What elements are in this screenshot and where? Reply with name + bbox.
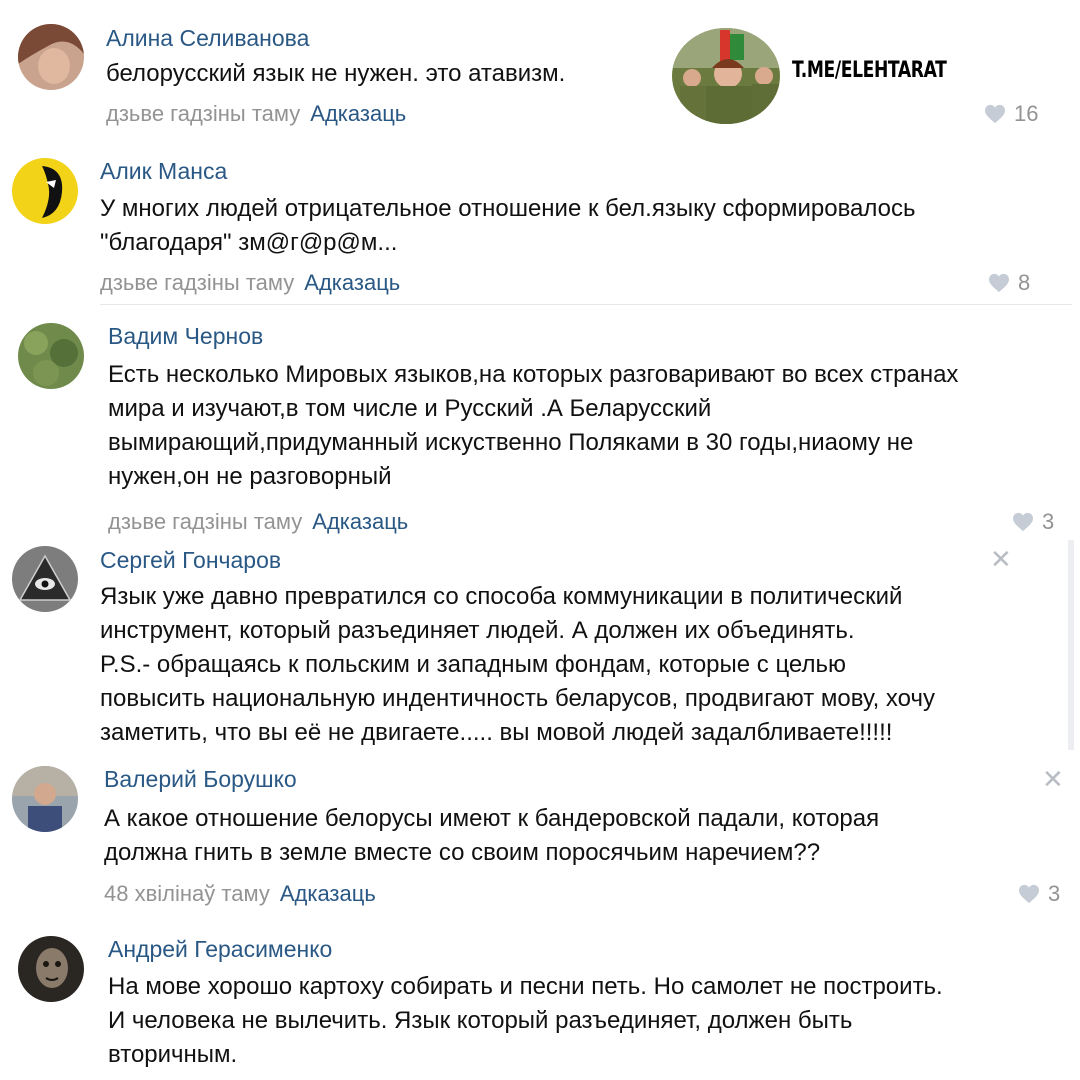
- comment-author[interactable]: Алик Манса: [100, 158, 227, 185]
- heart-icon: [984, 104, 1006, 124]
- divider: [100, 304, 1072, 305]
- like-count: 16: [1014, 101, 1039, 126]
- comment-author[interactable]: Вадим Чернов: [108, 323, 263, 350]
- comment-text: белорусский язык не нужен. это атавизм.: [106, 60, 566, 87]
- comment-author[interactable]: Валерий Борушко: [104, 766, 297, 793]
- comment-time[interactable]: 48 хвілінаў таму: [104, 881, 270, 906]
- delete-comment-button[interactable]: ✕: [1042, 766, 1064, 792]
- comment-text: Есть несколько Мировых языков,на которых…: [108, 361, 959, 490]
- comment-meta: дзьве гадзіны таму Адказаць: [108, 509, 408, 535]
- heart-icon: [1012, 512, 1034, 532]
- comment-meta: 48 хвілінаў таму Адказаць: [104, 881, 376, 907]
- watermark-text: T.ME/ELEHTARAT: [792, 58, 947, 83]
- avatar[interactable]: [18, 24, 84, 90]
- comment-time[interactable]: дзьве гадзіны таму: [106, 101, 300, 126]
- like-count: 3: [1042, 509, 1055, 534]
- comment-text: А какое отношение белорусы имеют к банде…: [104, 805, 880, 866]
- avatar[interactable]: [18, 936, 84, 1002]
- avatar[interactable]: [12, 158, 78, 224]
- comment-text: Язык уже давно превратился со способа ко…: [100, 583, 935, 746]
- delete-comment-button[interactable]: ✕: [990, 546, 1012, 572]
- reply-button[interactable]: Адказаць: [280, 881, 376, 906]
- heart-icon: [988, 273, 1010, 293]
- like-button[interactable]: 3: [1018, 881, 1060, 907]
- like-button[interactable]: 8: [988, 270, 1030, 296]
- close-icon: ✕: [1042, 764, 1064, 794]
- like-count: 8: [1018, 270, 1031, 295]
- scrollbar[interactable]: [1068, 540, 1074, 750]
- close-icon: ✕: [990, 544, 1012, 574]
- comment-author[interactable]: Сергей Гончаров: [100, 547, 281, 574]
- comment-author[interactable]: Алина Селиванова: [106, 25, 309, 52]
- comment-meta: дзьве гадзіны таму Адказаць: [100, 270, 400, 296]
- avatar[interactable]: [12, 766, 78, 832]
- avatar[interactable]: [18, 323, 84, 389]
- comment-time[interactable]: дзьве гадзіны таму: [108, 509, 302, 534]
- like-button[interactable]: 16: [984, 101, 1038, 127]
- comment-author[interactable]: Андрей Герасименко: [108, 936, 332, 963]
- like-button[interactable]: 3: [1012, 509, 1054, 535]
- comment-text: На мове хорошо картоху собирать и песни …: [108, 973, 943, 1068]
- like-count: 3: [1048, 881, 1061, 906]
- comment-meta: дзьве гадзіны таму Адказаць: [106, 101, 406, 127]
- avatar[interactable]: [12, 546, 78, 612]
- watermark-avatar: [672, 28, 780, 124]
- reply-button[interactable]: Адказаць: [304, 270, 400, 295]
- reply-button[interactable]: Адказаць: [310, 101, 406, 126]
- heart-icon: [1018, 884, 1040, 904]
- reply-button[interactable]: Адказаць: [312, 509, 408, 534]
- comment-time[interactable]: дзьве гадзіны таму: [100, 270, 294, 295]
- comment-text: У многих людей отрицательное отношение к…: [100, 195, 916, 256]
